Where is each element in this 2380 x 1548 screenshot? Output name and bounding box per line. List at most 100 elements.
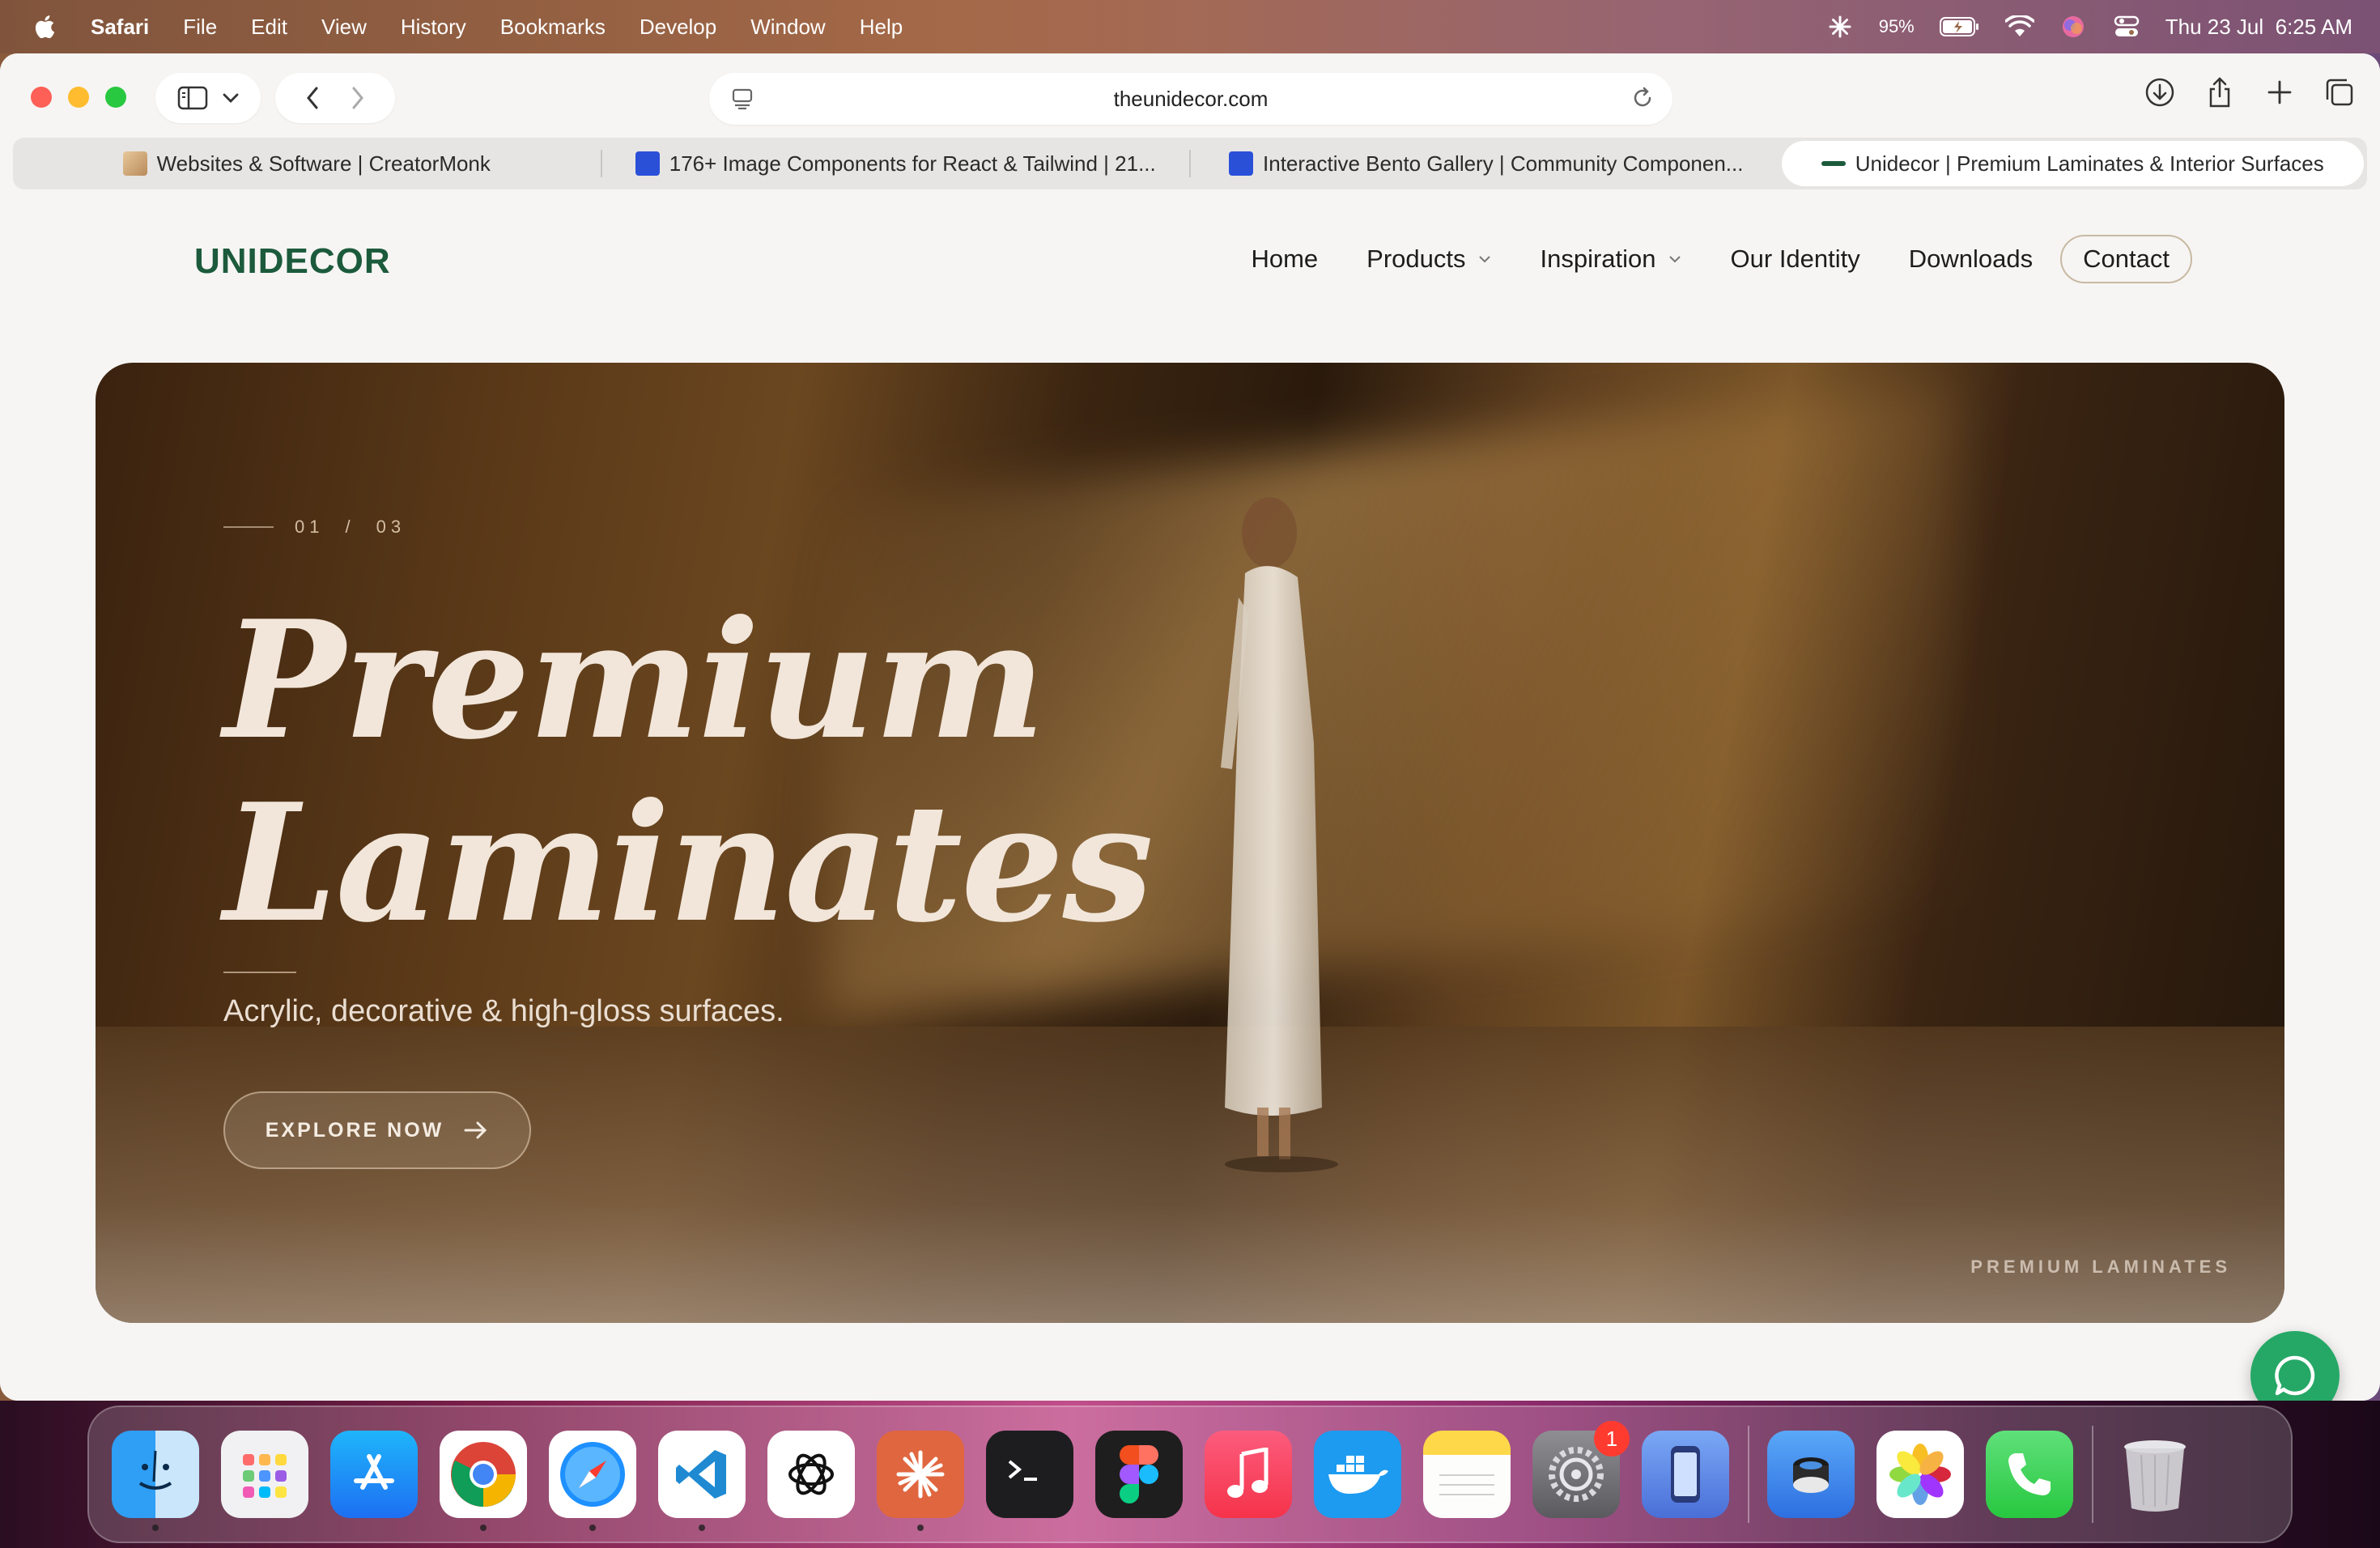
control-center-icon[interactable] [2112, 15, 2141, 39]
window-maximize-button[interactable] [105, 87, 126, 108]
chat-bubble-icon [2275, 1355, 2315, 1396]
apple-menu-icon[interactable] [32, 13, 60, 40]
creatormonk-favicon [122, 151, 147, 176]
unidecor-favicon [1821, 161, 1846, 166]
trash-icon[interactable] [2111, 1431, 2199, 1518]
menubar-datetime[interactable]: Thu 23 Jul 6:25 AM [2165, 15, 2352, 40]
tab-label: Websites & Software | CreatorMonk [156, 151, 491, 176]
menu-window[interactable]: Window [750, 15, 825, 40]
finder-icon[interactable] [112, 1431, 199, 1531]
claude-icon[interactable] [877, 1431, 964, 1531]
claude-status-icon[interactable] [1825, 15, 1855, 39]
slide-caption: PREMIUM LAMINATES [1970, 1257, 2231, 1277]
wifi-icon[interactable] [2004, 15, 2034, 39]
history-nav [275, 73, 395, 123]
menu-view[interactable]: View [321, 15, 367, 40]
tab-unidecor-active[interactable]: Unidecor | Premium Laminates & Interior … [1781, 141, 2364, 186]
dock-divider [1748, 1426, 1749, 1523]
battery-icon[interactable] [1939, 15, 1981, 39]
phone-icon[interactable] [1986, 1431, 2073, 1518]
menu-bar: Safari File Edit View History Bookmarks … [0, 0, 2380, 53]
browser-toolbar: theunidecor.com [0, 53, 2380, 141]
launchpad-icon[interactable] [221, 1431, 308, 1518]
tab-overview-icon[interactable] [2322, 74, 2357, 110]
tab-21st-image-components[interactable]: 176+ Image Components for React & Tailwi… [602, 141, 1190, 186]
slide-current: 01 [295, 517, 325, 537]
chat-button[interactable] [2250, 1331, 2340, 1401]
nav-inspiration-label: Inspiration [1540, 245, 1656, 273]
web-page: UNIDECOR Home Products Inspiration Our I… [0, 193, 2380, 1401]
back-icon[interactable] [304, 85, 321, 111]
counter-line [223, 526, 274, 528]
contact-button[interactable]: Contact [2060, 235, 2192, 283]
toolbar-actions [2142, 74, 2357, 110]
explore-now-button[interactable]: EXPLORE NOW [223, 1091, 531, 1169]
system-settings-icon[interactable]: 1 [1532, 1421, 1630, 1518]
terminal-icon[interactable] [986, 1431, 1073, 1518]
hero-title-line2: Laminates [223, 768, 1154, 959]
tab-creatormonk[interactable]: Websites & Software | CreatorMonk [13, 141, 601, 186]
menu-bookmarks[interactable]: Bookmarks [500, 15, 606, 40]
battery-percent: 95% [1878, 16, 1915, 36]
nav-products[interactable]: Products [1366, 245, 1491, 274]
app-store-icon[interactable] [330, 1431, 418, 1518]
chevron-down-icon[interactable] [222, 92, 240, 104]
preview-icon[interactable] [1767, 1431, 1855, 1518]
new-tab-icon[interactable] [2262, 74, 2297, 110]
menu-help[interactable]: Help [860, 15, 903, 40]
dock: 1 [87, 1406, 2293, 1543]
vscode-icon[interactable] [658, 1431, 746, 1531]
site-logo[interactable]: UNIDECOR [194, 241, 391, 282]
21st-favicon [635, 151, 660, 176]
settings-badge: 1 [1594, 1421, 1630, 1457]
page-menu-icon[interactable] [730, 87, 754, 110]
hero-title: Premium Laminates [223, 589, 1154, 955]
address-bar[interactable]: theunidecor.com [709, 73, 1672, 125]
forward-icon[interactable] [349, 85, 367, 111]
simulator-icon[interactable] [1642, 1431, 1729, 1518]
notes-icon[interactable] [1423, 1431, 1511, 1518]
nav-products-label: Products [1366, 245, 1466, 273]
url-text[interactable]: theunidecor.com [1114, 87, 1269, 112]
nav-identity-label: Our Identity [1730, 245, 1860, 273]
safari-window: theunidecor.com Websites & Software | Cr… [0, 53, 2380, 1401]
siri-icon[interactable] [2059, 15, 2088, 39]
photos-icon[interactable] [1876, 1431, 1964, 1518]
tab-label: Interactive Bento Gallery | Community Co… [1263, 151, 1744, 176]
chrome-icon[interactable] [440, 1431, 527, 1531]
site-nav: Home Products Inspiration Our Identity D… [1202, 235, 2192, 283]
share-icon[interactable] [2202, 74, 2238, 110]
sidebar-icon [177, 86, 207, 110]
docker-icon[interactable] [1314, 1431, 1401, 1518]
chatgpt-icon[interactable] [767, 1431, 855, 1518]
menu-file[interactable]: File [183, 15, 217, 40]
figma-icon[interactable] [1095, 1431, 1183, 1518]
slide-counter: 01 / 03 [223, 517, 406, 538]
explore-label: EXPLORE NOW [265, 1118, 444, 1142]
safari-icon[interactable] [549, 1431, 636, 1531]
downloads-icon[interactable] [2142, 74, 2178, 110]
tab-label: 176+ Image Components for React & Tailwi… [669, 151, 1156, 176]
hero-slider: 01 / 03 Premium Laminates Acrylic, decor… [96, 363, 2284, 1323]
nav-inspiration[interactable]: Inspiration [1541, 245, 1682, 274]
menu-develop[interactable]: Develop [640, 15, 716, 40]
nav-our-identity[interactable]: Our Identity [1731, 245, 1860, 274]
chevron-down-icon [1478, 256, 1490, 263]
contact-label: Contact [2083, 245, 2170, 273]
nav-downloads[interactable]: Downloads [1909, 245, 2033, 274]
hero-title-line1: Premium [223, 585, 1046, 776]
tab-bento-gallery[interactable]: Interactive Bento Gallery | Community Co… [1191, 141, 1782, 186]
sidebar-toggle[interactable] [155, 73, 261, 123]
menu-edit[interactable]: Edit [251, 15, 287, 40]
music-icon[interactable] [1205, 1431, 1292, 1518]
slide-separator: / [345, 517, 355, 537]
menu-app-name[interactable]: Safari [91, 15, 149, 40]
chevron-down-icon [1668, 256, 1681, 263]
menu-history[interactable]: History [401, 15, 466, 40]
nav-home[interactable]: Home [1251, 245, 1318, 274]
window-close-button[interactable] [31, 87, 52, 108]
hero-subtitle: Acrylic, decorative & high-gloss surface… [223, 994, 784, 1028]
reload-icon[interactable] [1630, 86, 1655, 110]
window-minimize-button[interactable] [68, 87, 89, 108]
nav-home-label: Home [1251, 245, 1319, 273]
